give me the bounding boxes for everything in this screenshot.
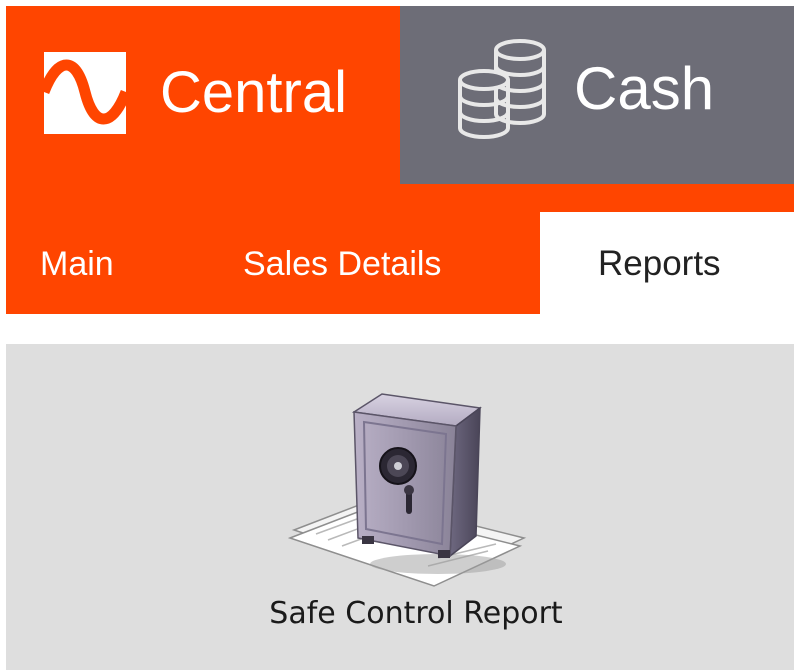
header-divider: [6, 184, 794, 214]
tab-central[interactable]: Central: [6, 6, 400, 186]
safe-control-report-label: Safe Control Report: [269, 596, 563, 631]
nav-item-sales-details[interactable]: Sales Details: [243, 244, 441, 284]
central-wave-logo-icon: [44, 52, 126, 134]
safe-control-report-button[interactable]: Safe Control Report: [216, 388, 616, 658]
safe-icon: [288, 393, 527, 587]
tab-central-label: Central: [160, 60, 347, 125]
nav-item-reports-label: Reports: [598, 244, 721, 283]
nav-item-main[interactable]: Main: [40, 244, 114, 284]
reports-panel: Safe Control Report: [6, 344, 794, 670]
coins-icon: [458, 39, 546, 139]
tab-cash[interactable]: Cash: [400, 6, 794, 184]
tab-cash-label: Cash: [574, 55, 715, 122]
nav-item-reports[interactable]: Reports: [540, 212, 794, 314]
